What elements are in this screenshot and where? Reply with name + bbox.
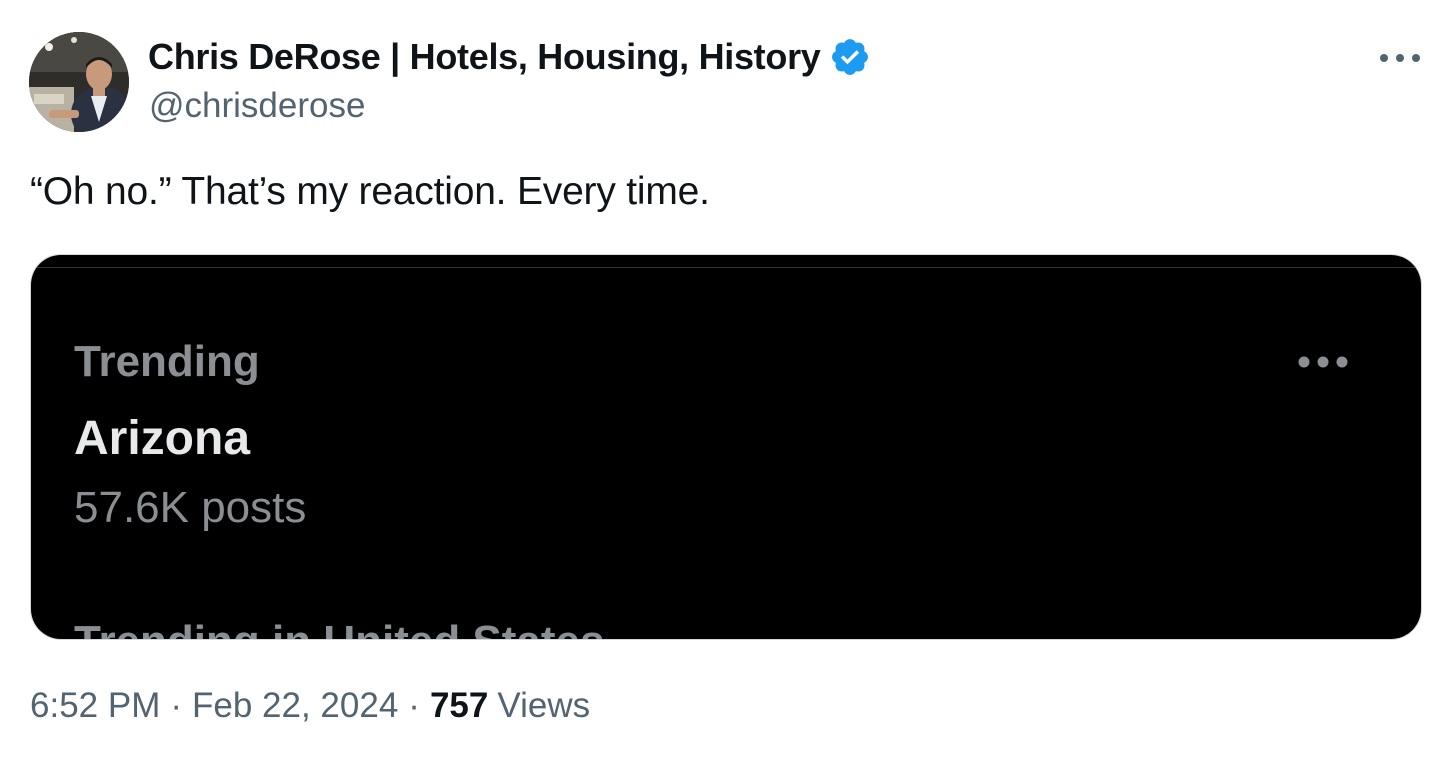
next-trend-label-partial: Trending in United States xyxy=(74,617,605,639)
trend-context-label: Trending xyxy=(74,337,260,386)
media-image[interactable]: Trending Arizona 57.6K posts Trending in… xyxy=(31,255,1421,639)
author-handle[interactable]: @chrisderose xyxy=(149,86,365,126)
meta-separator: · xyxy=(408,686,420,725)
tweet-time[interactable]: 6:52 PM xyxy=(30,686,160,726)
tweet-date[interactable]: Feb 22, 2024 xyxy=(192,686,398,726)
more-options-icon[interactable] xyxy=(1378,48,1422,68)
trend-more-icon xyxy=(1298,356,1348,368)
trend-post-count: 57.6K posts xyxy=(74,483,307,532)
avatar[interactable] xyxy=(29,32,129,132)
views-count: 757 xyxy=(429,686,489,725)
trend-name: Arizona xyxy=(74,412,251,465)
tweet-text: “Oh no.” That’s my reaction. Every time. xyxy=(30,170,710,213)
author-display-name[interactable]: Chris DeRose | Hotels, Housing, History xyxy=(148,36,821,78)
media-divider xyxy=(31,267,1421,268)
author-name-row[interactable]: Chris DeRose | Hotels, Housing, History xyxy=(148,34,871,80)
avatar-photo xyxy=(29,32,129,132)
meta-separator: · xyxy=(170,686,183,725)
verified-badge-icon xyxy=(831,39,868,75)
tweet-metadata: 6:52 PM · Feb 22, 2024 · 757 Views xyxy=(30,686,590,726)
views-label: Views xyxy=(497,686,591,725)
